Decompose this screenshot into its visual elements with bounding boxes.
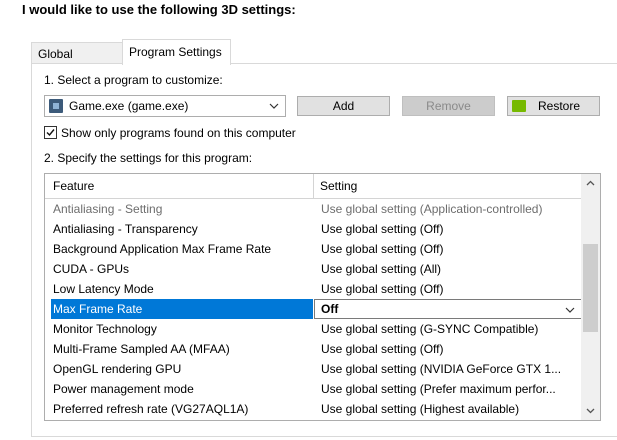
feature-cell: Background Application Max Frame Rate bbox=[53, 242, 272, 256]
table-row[interactable]: OpenGL rendering GPU Use global setting … bbox=[51, 359, 581, 379]
setting-cell: Use global setting (Off) bbox=[321, 222, 444, 236]
vertical-scrollbar[interactable] bbox=[581, 174, 600, 420]
feature-cell: Multi-Frame Sampled AA (MFAA) bbox=[53, 342, 230, 356]
column-divider[interactable] bbox=[313, 174, 314, 198]
feature-cell: Preferred refresh rate (VG27AQL1A) bbox=[53, 402, 249, 416]
scroll-down-icon[interactable] bbox=[585, 405, 596, 416]
program-select-value: Game.exe (game.exe) bbox=[69, 99, 189, 113]
table-row[interactable]: Monitor Technology Use global setting (G… bbox=[51, 319, 581, 339]
tab-program-settings[interactable]: Program Settings bbox=[122, 39, 231, 65]
show-only-found-checkbox[interactable] bbox=[44, 126, 57, 139]
table-row[interactable]: Background Application Max Frame Rate Us… bbox=[51, 239, 581, 259]
program-icon bbox=[49, 99, 63, 113]
setting-cell: Use global setting (Prefer maximum perfo… bbox=[321, 382, 556, 396]
setting-cell: Use global setting (Off) bbox=[321, 282, 444, 296]
feature-cell: CUDA - GPUs bbox=[53, 262, 130, 276]
setting-cell: Use global setting (Off) bbox=[321, 242, 444, 256]
setting-cell: Use global setting (Application-controll… bbox=[321, 202, 543, 216]
chevron-down-icon bbox=[269, 103, 279, 109]
setting-cell: Use global setting (NVIDIA GeForce GTX 1… bbox=[321, 362, 562, 376]
setting-dropdown[interactable]: Off bbox=[314, 299, 582, 319]
table-row[interactable]: Antialiasing - Transparency Use global s… bbox=[51, 219, 581, 239]
setting-cell: Use global setting (G-SYNC Compatible) bbox=[321, 322, 539, 336]
feature-cell: Antialiasing - Transparency bbox=[53, 222, 198, 236]
setting-dropdown-value: Off bbox=[321, 302, 339, 316]
step1-label: 1. Select a program to customize: bbox=[44, 73, 223, 87]
chevron-down-icon bbox=[565, 307, 575, 313]
setting-cell: Use global setting (Off) bbox=[321, 342, 444, 356]
feature-cell: Low Latency Mode bbox=[53, 282, 154, 296]
feature-cell: Max Frame Rate bbox=[51, 299, 313, 319]
remove-button[interactable]: Remove bbox=[402, 96, 495, 116]
nvidia-icon bbox=[512, 100, 526, 112]
scrollbar-thumb[interactable] bbox=[583, 244, 598, 332]
table-row[interactable]: CUDA - GPUs Use global setting (All) bbox=[51, 259, 581, 279]
setting-cell: Use global setting (Highest available) bbox=[321, 402, 520, 416]
feature-cell: OpenGL rendering GPU bbox=[53, 362, 182, 376]
table-row[interactable]: Multi-Frame Sampled AA (MFAA) Use global… bbox=[51, 339, 581, 359]
table-row[interactable]: Preferred refresh rate (VG27AQL1A) Use g… bbox=[51, 399, 581, 419]
tab-global-settings[interactable]: Global Settings bbox=[31, 42, 123, 83]
column-header-feature[interactable]: Feature bbox=[53, 179, 94, 193]
settings-table: Feature Setting Antialiasing - Setting U… bbox=[44, 173, 601, 421]
scroll-up-icon[interactable] bbox=[585, 178, 596, 189]
restore-button[interactable]: Restore bbox=[507, 96, 600, 116]
table-header: Feature Setting bbox=[45, 174, 582, 199]
feature-cell: Monitor Technology bbox=[53, 322, 157, 336]
show-only-found-label: Show only programs found on this compute… bbox=[61, 126, 296, 140]
restore-button-label: Restore bbox=[538, 99, 581, 113]
table-row[interactable]: Power management mode Use global setting… bbox=[51, 379, 581, 399]
table-row[interactable]: Antialiasing - Setting Use global settin… bbox=[51, 199, 581, 219]
section-heading: I would like to use the following 3D set… bbox=[22, 2, 296, 17]
column-header-setting[interactable]: Setting bbox=[320, 179, 357, 193]
setting-cell: Use global setting (All) bbox=[321, 262, 442, 276]
table-row-selected[interactable]: Max Frame Rate Off bbox=[51, 299, 582, 319]
checkmark-icon bbox=[46, 129, 55, 137]
feature-cell: Antialiasing - Setting bbox=[53, 202, 163, 216]
step2-label: 2. Specify the settings for this program… bbox=[44, 151, 253, 165]
table-row[interactable]: Low Latency Mode Use global setting (Off… bbox=[51, 279, 581, 299]
add-button[interactable]: Add bbox=[297, 96, 390, 116]
program-select[interactable]: Game.exe (game.exe) bbox=[44, 95, 286, 117]
feature-cell: Power management mode bbox=[53, 382, 194, 396]
